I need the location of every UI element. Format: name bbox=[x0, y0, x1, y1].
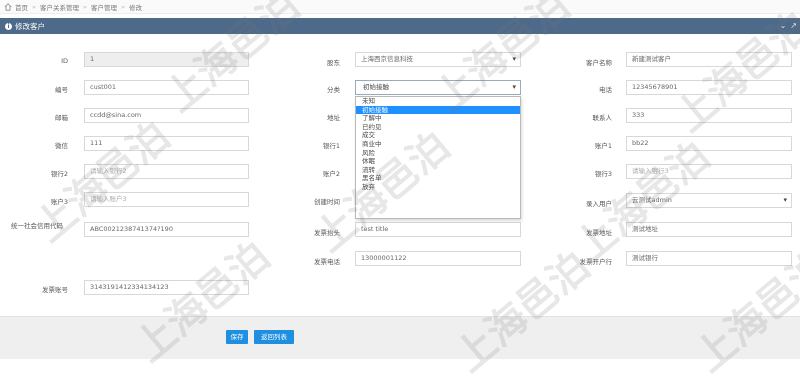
shareholder-select[interactable]: 上海西京信息科技 bbox=[355, 52, 521, 67]
breadcrumb-edit: 修改 bbox=[128, 3, 142, 12]
breadcrumb-separator: » bbox=[120, 2, 125, 11]
account2-label: 账户2 bbox=[322, 170, 340, 178]
invoice-phone-field[interactable]: 13000001122 bbox=[355, 251, 521, 266]
home-icon[interactable] bbox=[4, 2, 12, 11]
invoice-address-field[interactable]: 测试地址 bbox=[626, 222, 792, 237]
category-option[interactable]: 黑名单 bbox=[356, 174, 520, 183]
invoice-phone-label: 发票电话 bbox=[314, 258, 340, 266]
code-field[interactable]: cust001 bbox=[84, 80, 249, 95]
bank2-label: 银行2 bbox=[50, 170, 68, 178]
category-option[interactable]: 成交 bbox=[356, 131, 520, 140]
credit-code-field[interactable]: ABC0021238741374?190 bbox=[84, 222, 249, 237]
customer-name-label: 客户名称 bbox=[586, 59, 612, 67]
entry-user-label: 录入用户 bbox=[586, 200, 612, 208]
category-option-selected[interactable]: 初始接触 bbox=[356, 105, 520, 115]
address-label: 地址 bbox=[327, 114, 340, 122]
breadcrumb-separator: » bbox=[82, 2, 87, 11]
bank3-label: 银行3 bbox=[594, 170, 612, 178]
account3-label: 账户3 bbox=[50, 198, 68, 206]
category-label: 分类 bbox=[327, 86, 340, 94]
entry-user-value: 云测试admin bbox=[632, 196, 672, 204]
invoice-bank-field[interactable]: 测试银行 bbox=[626, 251, 792, 266]
panel-header: i 修改客户 ⌄ ↗ bbox=[0, 18, 800, 34]
code-label: 编号 bbox=[55, 86, 68, 94]
breadcrumb-home[interactable]: 首页 bbox=[15, 2, 28, 12]
invoice-title-label: 发票抬头 bbox=[314, 229, 340, 237]
expand-icon[interactable]: ↗ bbox=[790, 21, 797, 30]
category-option[interactable]: 休眠 bbox=[356, 157, 520, 166]
wechat-label: 微信 bbox=[55, 142, 68, 150]
email-field[interactable]: ccdd@sina.com bbox=[84, 108, 249, 123]
invoice-address-label: 发票地址 bbox=[586, 229, 612, 237]
credit-code-label: 统一社会信用代码 bbox=[11, 222, 63, 230]
account1-label: 账户1 bbox=[594, 142, 612, 150]
invoice-account-label: 发票账号 bbox=[42, 286, 68, 294]
category-option[interactable]: 已约见 bbox=[356, 123, 520, 132]
email-label: 邮箱 bbox=[55, 114, 68, 122]
breadcrumb-separator: » bbox=[32, 2, 36, 11]
category-select[interactable]: 初始接触 bbox=[355, 80, 521, 95]
breadcrumb-customers[interactable]: 客户管理 bbox=[91, 2, 117, 12]
category-option[interactable]: 风险 bbox=[356, 149, 520, 158]
invoice-title-field[interactable]: test title bbox=[355, 222, 521, 237]
customer-name-field[interactable]: 新建测试客户 bbox=[626, 52, 792, 67]
bank2-field[interactable]: 请输入银行2 bbox=[84, 164, 249, 179]
page-title: 修改客户 bbox=[15, 21, 45, 31]
contact-label: 联系人 bbox=[592, 114, 613, 122]
bank1-label: 银行1 bbox=[322, 142, 340, 150]
contact-field[interactable]: 333 bbox=[626, 108, 792, 123]
breadcrumb: 首页 » 客户关系管理 » 客户管理 » 修改 bbox=[0, 0, 800, 14]
info-icon: i bbox=[5, 22, 12, 30]
breadcrumb-crm[interactable]: 客户关系管理 bbox=[40, 2, 79, 12]
bank3-field[interactable]: 请输入银行3 bbox=[626, 164, 792, 179]
category-option[interactable]: 放弃 bbox=[356, 183, 520, 192]
phone-field[interactable]: 12345678901 bbox=[626, 80, 792, 95]
phone-label: 电话 bbox=[599, 86, 612, 94]
back-to-list-button[interactable]: 返回列表 bbox=[254, 330, 294, 344]
category-option[interactable]: 商业中 bbox=[356, 140, 520, 149]
save-button[interactable]: 保存 bbox=[226, 330, 248, 344]
invoice-account-field[interactable]: 3143191412334134123 bbox=[84, 280, 249, 295]
category-option[interactable]: 未知 bbox=[356, 97, 520, 106]
category-value: 初始接触 bbox=[363, 83, 389, 91]
category-option[interactable]: 了解中 bbox=[356, 114, 520, 123]
account3-field[interactable]: 请输入账户3 bbox=[84, 192, 249, 207]
invoice-bank-label: 发票开户行 bbox=[579, 258, 613, 266]
shareholder-label: 股东 bbox=[327, 59, 340, 67]
panel-tools: ⌄ ↗ bbox=[780, 21, 797, 30]
id-label: ID bbox=[61, 57, 68, 65]
wechat-field[interactable]: 111 bbox=[84, 136, 249, 151]
form-footer: 保存 返回列表 bbox=[0, 316, 800, 359]
shareholder-value: 上海西京信息科技 bbox=[361, 55, 413, 63]
entry-user-select[interactable]: 云测试admin bbox=[626, 193, 792, 208]
collapse-icon[interactable]: ⌄ bbox=[780, 21, 787, 30]
category-dropdown[interactable]: 未知 初始接触 了解中 已约见 成交 商业中 风险 休眠 流转 黑名单 放弃 bbox=[355, 96, 521, 219]
account1-field[interactable]: bb22 bbox=[626, 136, 792, 151]
id-field: 1 bbox=[84, 52, 249, 67]
created-time-label: 创建时间 bbox=[314, 198, 340, 206]
